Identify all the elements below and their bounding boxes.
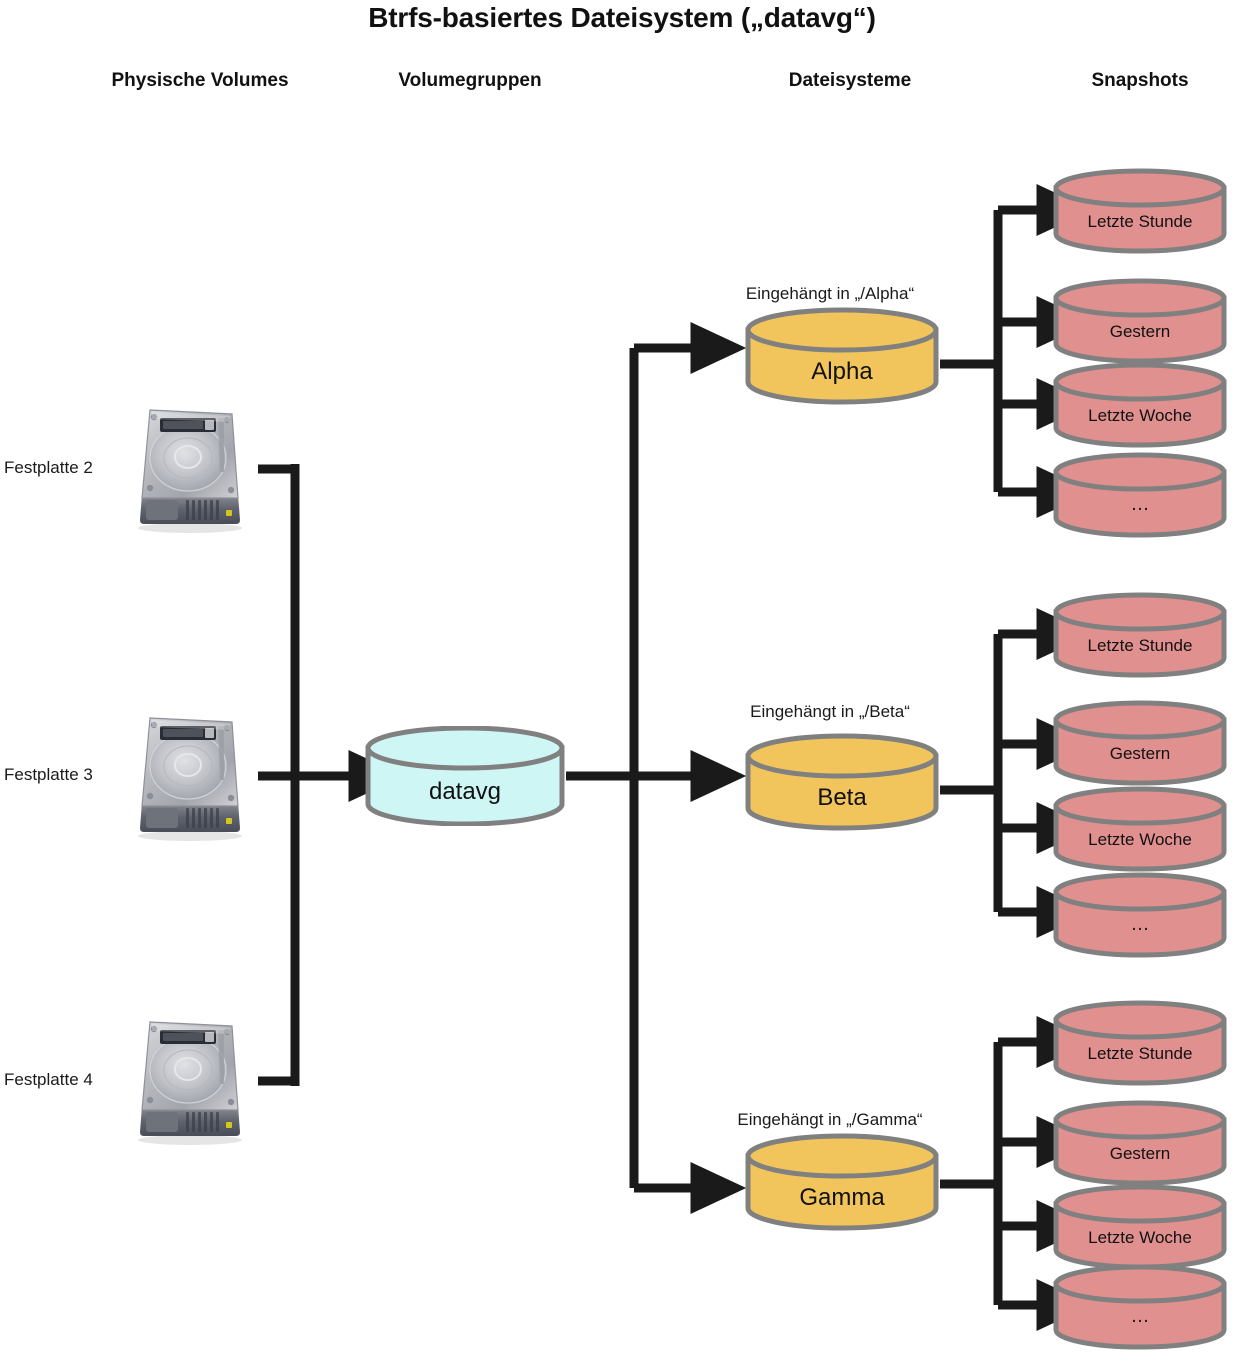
snapshot-beta-letzte-stunde[interactable]: Letzte Stunde (1052, 592, 1228, 678)
diagram-canvas: Btrfs-basiertes Dateisystem („datavg“) P… (0, 0, 1244, 1368)
mount-caption-beta: Eingehängt in „/Beta“ (750, 702, 910, 721)
snapshot-alpha-gestern[interactable]: Gestern (1052, 278, 1228, 364)
snapshot-gamma-letzte-woche[interactable]: Letzte Woche (1052, 1184, 1228, 1270)
snapshot-gamma-gestern[interactable]: Gestern (1052, 1100, 1228, 1186)
snapshot-beta-more[interactable]: … (1052, 872, 1228, 958)
snapshot-beta-letzte-woche[interactable]: Letzte Woche (1052, 786, 1228, 872)
disk-label-4: Festplatte 4 (4, 1070, 93, 1089)
filesystem-gamma[interactable]: Gamma (744, 1132, 940, 1232)
hard-disk-icon (126, 710, 254, 842)
snapshot-alpha-letzte-woche[interactable]: Letzte Woche (1052, 362, 1228, 448)
snapshot-alpha-more[interactable]: … (1052, 452, 1228, 538)
snapshot-gamma-more[interactable]: … (1052, 1264, 1228, 1350)
filesystem-beta[interactable]: Beta (744, 732, 940, 832)
column-header-physical-volumes: Physische Volumes (111, 70, 289, 91)
snapshot-alpha-letzte-stunde[interactable]: Letzte Stunde (1052, 168, 1228, 254)
column-header-snapshots: Snapshots (1091, 70, 1189, 91)
column-header-filesystems: Dateisysteme (788, 70, 912, 91)
disk-label-2: Festplatte 2 (4, 458, 93, 477)
column-header-volume-groups: Volumegruppen (398, 70, 542, 91)
snapshot-beta-gestern[interactable]: Gestern (1052, 700, 1228, 786)
filesystem-alpha[interactable]: Alpha (744, 306, 940, 406)
hard-disk-icon (126, 1014, 254, 1146)
mount-caption-gamma: Eingehängt in „/Gamma“ (737, 1110, 923, 1129)
snapshot-gamma-letzte-stunde[interactable]: Letzte Stunde (1052, 1000, 1228, 1086)
page-title: Btrfs-basiertes Dateisystem („datavg“) (368, 2, 876, 33)
mount-caption-alpha: Eingehängt in „/Alpha“ (745, 284, 915, 303)
volume-group-datavg[interactable]: datavg (364, 726, 566, 826)
disk-label-3: Festplatte 3 (4, 765, 93, 784)
hard-disk-icon (126, 402, 254, 534)
